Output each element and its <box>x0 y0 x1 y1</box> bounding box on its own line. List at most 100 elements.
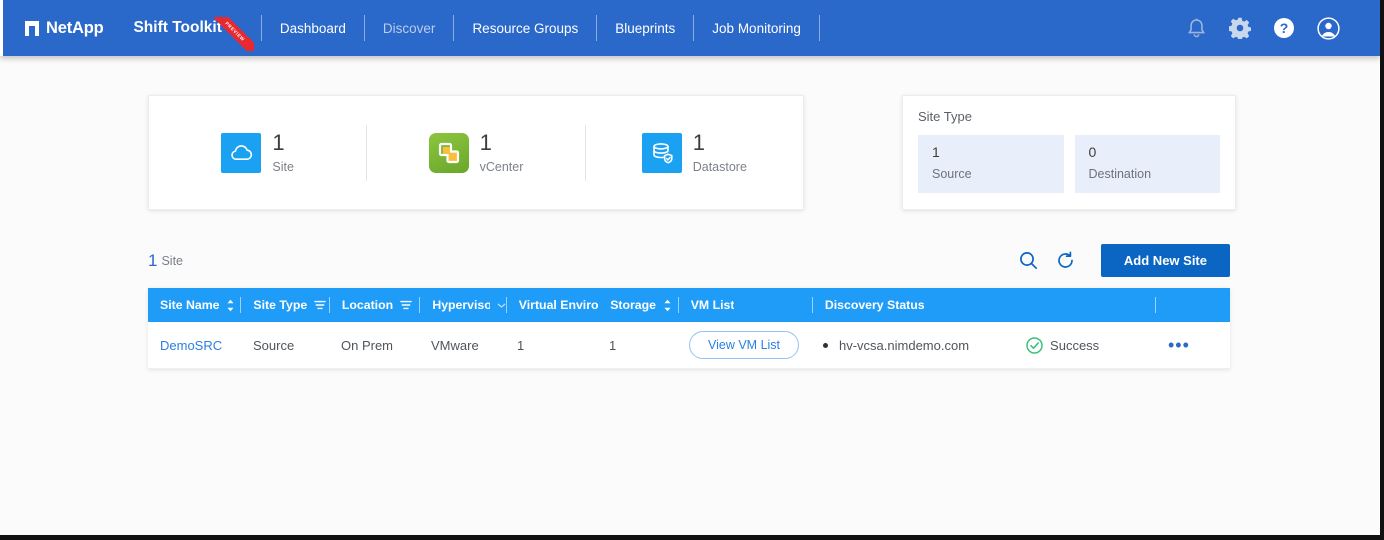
nav-separator <box>818 15 820 41</box>
page-content: 1 Site 1 vCenter 1 Datastore Site Type 1… <box>0 56 1380 369</box>
column-header-hypervisor-label: Hypervisor <box>432 298 489 312</box>
nav-separator <box>363 15 365 41</box>
site-count-label: Site <box>161 253 184 268</box>
site-type-destination-box[interactable]: 0 Destination <box>1074 135 1220 193</box>
gear-icon[interactable] <box>1228 16 1252 40</box>
column-header-site-name-label: Site Name <box>160 298 220 312</box>
search-icon[interactable] <box>1019 251 1038 270</box>
summary-cards-row: 1 Site 1 vCenter 1 Datastore Site Type 1… <box>0 56 1380 210</box>
nav-item-discover[interactable]: Discover <box>366 15 453 42</box>
column-header-vm-list-label: VM List <box>690 298 735 312</box>
stat-vcenter-text: 1 vCenter <box>479 129 524 174</box>
column-header-discovery-status[interactable]: Discovery Status <box>813 288 1156 322</box>
discovery-host-name: hv-vcsa.nimdemo.com <box>839 337 970 353</box>
stat-site-text: 1 Site <box>272 129 294 174</box>
product-title: Shift Toolkit PREVIEW <box>133 17 255 51</box>
cloud-icon <box>221 132 262 173</box>
site-type-source-value: 1 <box>932 144 940 160</box>
nav-separator <box>260 15 262 41</box>
column-header-virtual-environment-label: Virtual Environ <box>518 298 599 312</box>
primary-nav-links: Dashboard Discover Resource Groups Bluep… <box>260 15 821 42</box>
column-header-location[interactable]: Location <box>330 288 419 322</box>
netapp-logo[interactable]: NetApp <box>3 19 133 38</box>
sites-table: Site Name Site Type Location Hypervis Vi… <box>148 288 1230 369</box>
nav-separator <box>693 15 695 41</box>
stat-vcenter: 1 vCenter <box>367 129 584 174</box>
nav-separator <box>596 15 598 41</box>
column-header-site-type[interactable]: Site Type <box>241 288 328 322</box>
site-type-title: Site Type <box>918 109 972 124</box>
resource-summary-card: 1 Site 1 vCenter 1 Datastore <box>148 95 804 210</box>
column-header-hypervisor[interactable]: Hypervisor <box>420 288 506 322</box>
refresh-icon[interactable] <box>1056 251 1075 270</box>
column-header-actions <box>1156 288 1230 322</box>
cell-hypervisor: VMware <box>431 337 479 353</box>
netapp-logo-mark <box>25 20 39 36</box>
column-header-site-name[interactable]: Site Name <box>148 288 240 322</box>
site-type-destination-label: Destination <box>1088 167 1152 181</box>
nav-item-job-monitoring[interactable]: Job Monitoring <box>695 15 818 42</box>
table-row[interactable]: DemoSRC Source On Prem VMware 1 1 View V… <box>148 322 1230 369</box>
success-check-icon <box>1026 336 1043 354</box>
cell-virtual-environment: 1 <box>517 337 525 353</box>
column-header-discovery-status-label: Discovery Status <box>824 298 925 312</box>
stat-vcenter-value: 1 <box>479 129 492 155</box>
svg-text:?: ? <box>1280 20 1289 36</box>
site-type-destination-value: 0 <box>1088 144 1097 160</box>
site-type-card: Site Type 1 Source 0 Destination <box>902 95 1236 210</box>
bullet-icon <box>823 342 828 348</box>
datastore-icon <box>641 132 682 173</box>
column-header-vm-list[interactable]: VM List <box>679 288 812 322</box>
discovery-status-text: Success <box>1050 337 1100 353</box>
add-new-site-button[interactable]: Add New Site <box>1100 244 1230 277</box>
nav-utility-icons: ? <box>1184 16 1362 40</box>
site-type-boxes: 1 Source 0 Destination <box>918 135 1220 193</box>
sort-icon[interactable] <box>663 299 672 312</box>
column-header-site-type-label: Site Type <box>253 298 308 312</box>
stat-site: 1 Site <box>149 129 366 174</box>
site-type-source-label: Source <box>932 167 972 181</box>
site-type-source-box[interactable]: 1 Source <box>918 135 1064 193</box>
app-window: NetApp Shift Toolkit PREVIEW Dashboard D… <box>0 0 1384 540</box>
cell-site-name[interactable]: DemoSRC <box>148 322 241 369</box>
toolbar-actions: Add New Site <box>1019 244 1230 277</box>
cell-discovery-status: hv-vcsa.nimdemo.com Success <box>811 322 1156 369</box>
cell-storage: 1 <box>609 337 617 353</box>
status-badge: Success <box>1026 336 1100 354</box>
bell-icon[interactable] <box>1184 16 1208 40</box>
column-header-storage[interactable]: Storage <box>598 288 678 322</box>
table-toolbar: 1 Site Add New Site <box>148 244 1230 277</box>
stat-site-value: 1 <box>272 129 285 155</box>
nav-item-blueprints[interactable]: Blueprints <box>598 15 692 42</box>
table-header-row: Site Name Site Type Location Hypervis Vi… <box>148 288 1230 322</box>
nav-item-dashboard[interactable]: Dashboard <box>263 15 363 42</box>
top-navigation-bar: NetApp Shift Toolkit PREVIEW Dashboard D… <box>0 0 1380 56</box>
netapp-logo-text: NetApp <box>46 18 104 37</box>
product-title-text: Shift Toolkit <box>133 19 222 36</box>
stat-datastore: 1 Datastore <box>586 129 803 174</box>
help-icon[interactable]: ? <box>1272 16 1296 40</box>
nav-separator <box>453 15 455 41</box>
column-header-location-label: Location <box>341 298 394 312</box>
stat-vcenter-label: vCenter <box>479 159 524 174</box>
nav-item-resource-groups[interactable]: Resource Groups <box>455 15 595 42</box>
view-vm-list-button[interactable]: View VM List <box>689 331 800 359</box>
cell-actions: ••• <box>1156 322 1230 369</box>
filter-icon[interactable] <box>314 300 326 311</box>
chevron-down-icon[interactable] <box>497 302 506 309</box>
stat-datastore-label: Datastore <box>692 159 747 174</box>
user-account-icon[interactable] <box>1316 16 1340 40</box>
column-header-virtual-environment[interactable]: Virtual Environ <box>507 288 598 322</box>
stat-datastore-value: 1 <box>692 129 705 155</box>
cell-site-type: Source <box>253 337 295 353</box>
cell-location: On Prem <box>341 337 394 353</box>
kebab-menu-icon[interactable]: ••• <box>1168 336 1190 354</box>
cell-vm-list: View VM List <box>677 322 811 369</box>
stat-datastore-text: 1 Datastore <box>692 129 747 174</box>
column-header-storage-label: Storage <box>610 298 656 312</box>
vcenter-icon <box>428 132 469 173</box>
stat-site-label: Site <box>272 159 294 174</box>
site-count-value: 1 <box>148 250 158 270</box>
filter-icon[interactable] <box>400 300 412 311</box>
sort-icon[interactable] <box>226 299 235 312</box>
